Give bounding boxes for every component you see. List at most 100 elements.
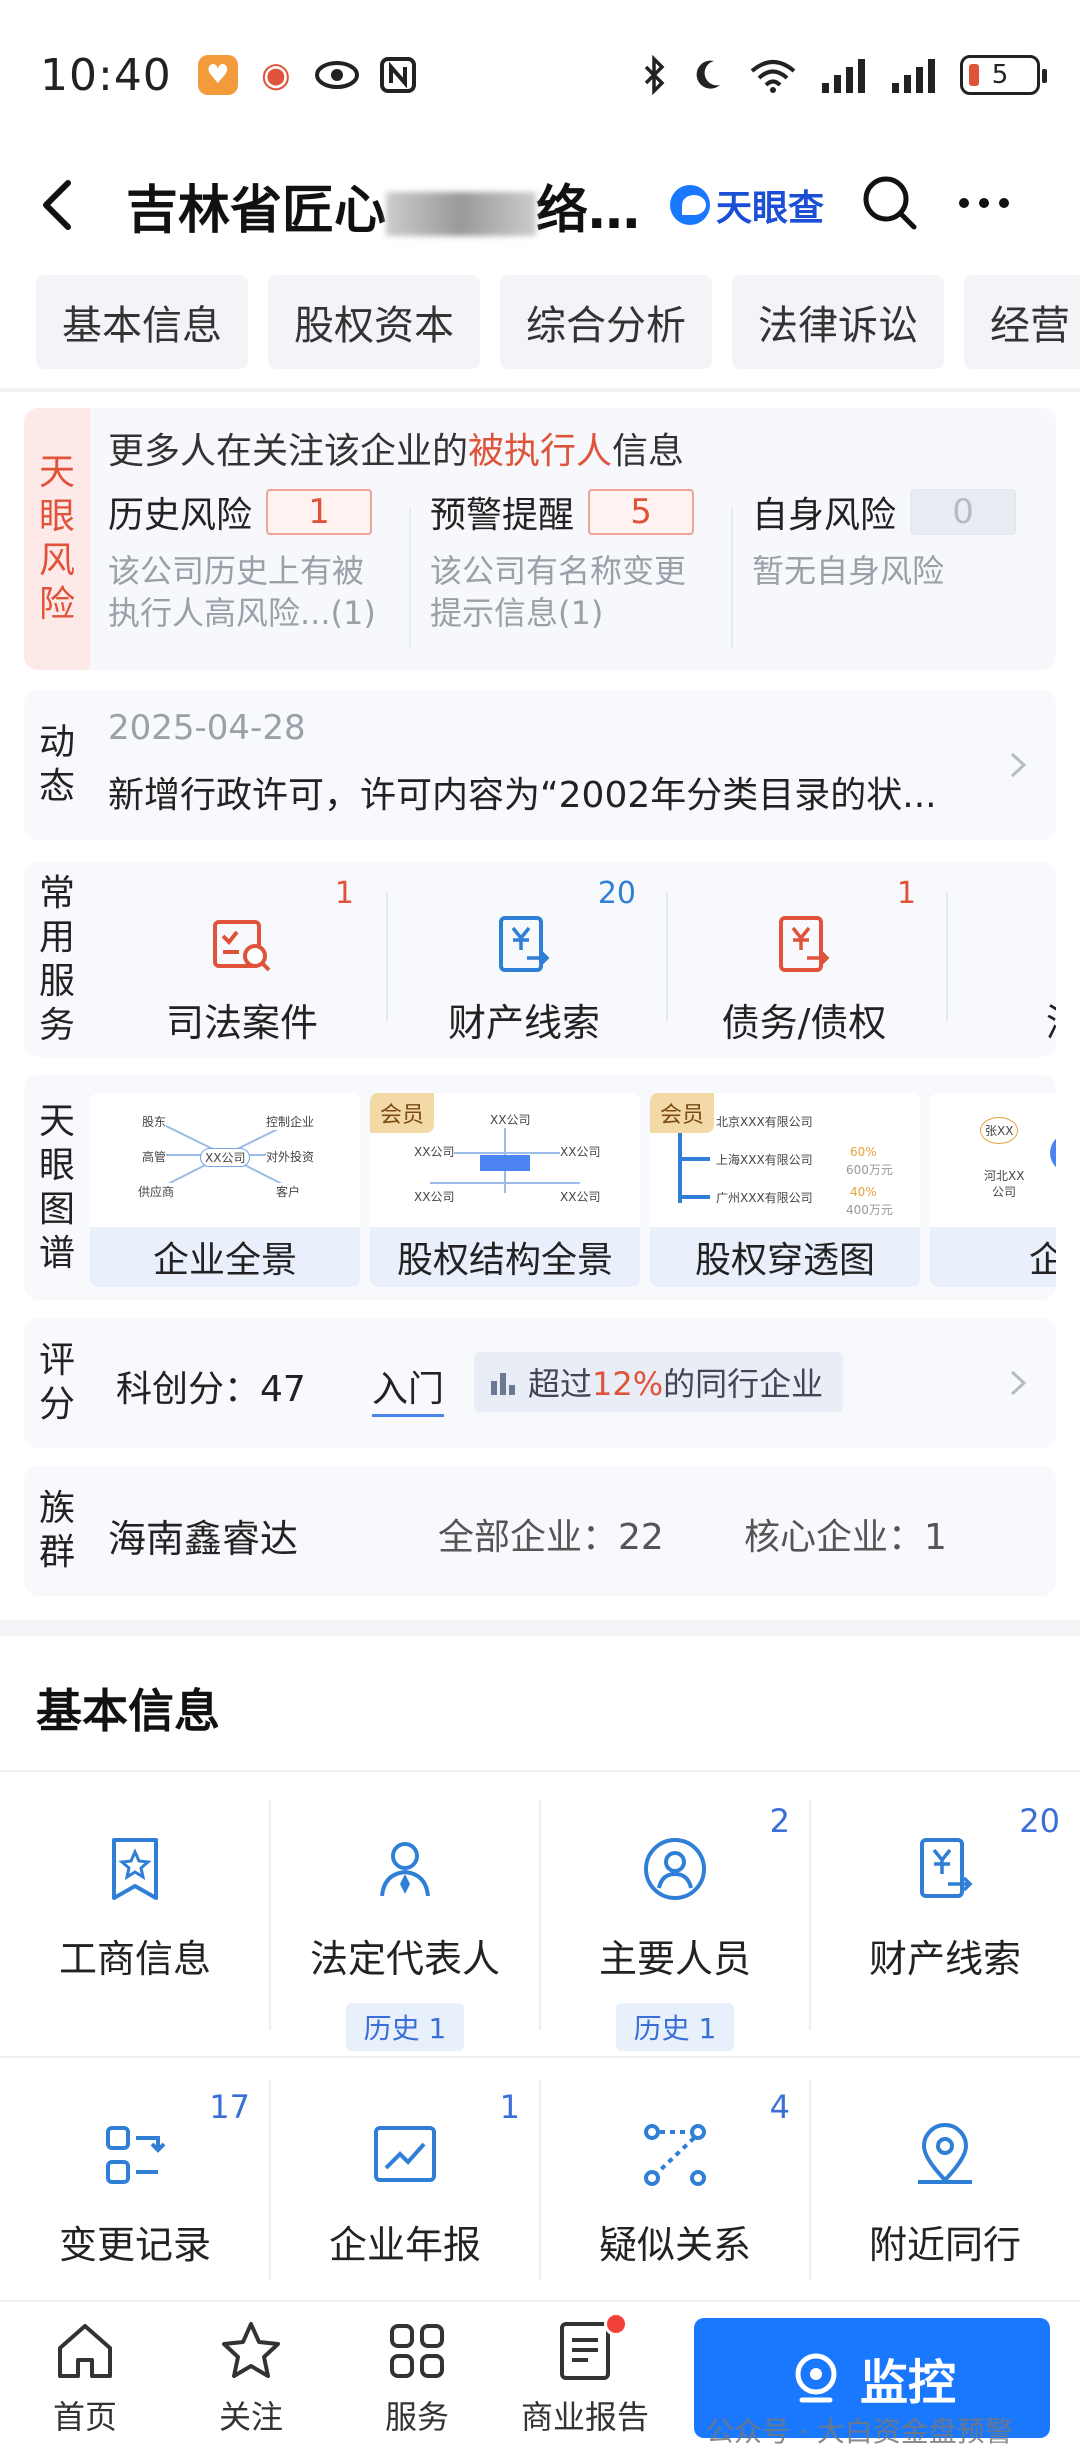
graph-node: 600万元 [846, 1161, 893, 1178]
service-debt[interactable]: 债务/债权 1 [668, 862, 940, 1057]
group-all-companies[interactable]: 全部企业：22 [438, 1508, 664, 1560]
nav-label: 商业报告 [520, 2398, 649, 2436]
score-side-label: 评 分 [24, 1318, 90, 1448]
search-icon[interactable] [860, 173, 920, 237]
side-char: 天 [38, 1100, 75, 1142]
chip-text: 超过 [528, 1365, 593, 1403]
dynamic-card[interactable]: 动 态 2025-04-28 新增行政许可，许可内容为“2002年分类目录的状.… [24, 690, 1056, 840]
history-tag[interactable]: 历史 1 [345, 2003, 465, 2051]
graph-label: 企业 [930, 1227, 1056, 1287]
risk-headline[interactable]: 更多人在关注该企业的被执行人信息 [108, 422, 684, 474]
graph-node: 对外投资 [266, 1148, 315, 1165]
star-icon [222, 2322, 280, 2378]
grid-nearby-peers[interactable]: 附近同行 [810, 2058, 1080, 2338]
service-deep[interactable]: 深度 [948, 862, 1056, 1057]
nav-services[interactable]: 服务 [332, 2318, 502, 2438]
graph-node: XX公司 [560, 1143, 601, 1160]
self-risk[interactable]: 自身风险 0 暂无自身风险 [752, 486, 1052, 592]
section-title: 基本信息 [36, 1684, 220, 1738]
chip-percent: 12% [592, 1365, 664, 1403]
risk-count-badge: 1 [266, 489, 373, 535]
side-char: 风 [38, 540, 75, 581]
grid-property-clues[interactable]: 财产线索 20 [810, 1772, 1080, 2052]
home-icon [58, 2324, 112, 2378]
grid-legal-rep[interactable]: 法定代表人 历史 1 [270, 1772, 540, 2052]
nav-business-report[interactable]: 商业报告 [500, 2318, 670, 2438]
graph-preview: 股东 控制企业 高管 XX公司 对外投资 供应商 客户 [90, 1093, 360, 1228]
grid-annual-report[interactable]: 企业年报 1 [270, 2058, 540, 2338]
headline-text: 信息 [612, 431, 685, 472]
risk-title: 历史风险 [108, 495, 253, 536]
score-level: 入门 [372, 1360, 445, 1417]
graph-node: 40% [850, 1185, 877, 1199]
property-clue-icon [499, 916, 550, 972]
group-name[interactable]: 海南鑫睿达 [108, 1508, 298, 1563]
graph-enterprise-panorama[interactable]: 股东 控制企业 高管 XX公司 对外投资 供应商 客户 企业全景 [90, 1093, 360, 1287]
tab-legal[interactable]: 法律诉讼 [732, 275, 944, 369]
tab-business[interactable]: 经营 [964, 275, 1080, 369]
divider [409, 508, 411, 648]
grid-key-personnel[interactable]: 主要人员 历史 1 2 [540, 1772, 810, 2052]
history-risk[interactable]: 历史风险 1 该公司历史上有被 执行人高风险...(1) [108, 486, 408, 634]
tab-basic-info[interactable]: 基本信息 [36, 275, 248, 369]
graph-equity-penetration[interactable]: 北京XXX有限公司 上海XXX有限公司 60% 600万元 广州XXX有限公司 … [650, 1093, 920, 1287]
monitor-label: 监控 [859, 2355, 956, 2411]
service-count: 20 [597, 876, 636, 911]
more-icon[interactable] [956, 193, 1012, 217]
grid-change-record[interactable]: 变更记录 17 [0, 2058, 270, 2338]
side-char: 常 [38, 872, 75, 914]
graph-node: 股东 [142, 1113, 167, 1130]
business-info-icon [112, 1838, 158, 1900]
risk-card[interactable]: 天 眼 风 险 更多人在关注该企业的被执行人信息 历史风险 1 该公司历史上有被执… [24, 408, 1056, 670]
redacted-block [386, 191, 537, 236]
graph-node: 广州XXX有限公司 [716, 1189, 813, 1206]
grid-label: 法定代表人 [309, 1937, 500, 1981]
graph-enterprise-more[interactable]: 张XX 河北XX 公司 企业 [930, 1093, 1056, 1287]
divider [0, 388, 1080, 392]
divider [809, 2080, 811, 2280]
service-label: 财产线索 [447, 1001, 600, 1045]
risk-desc: 该公司历史上有被 [108, 552, 365, 590]
graph-label: 企业全景 [90, 1227, 360, 1287]
service-property-clues[interactable]: 财产线索 20 [388, 862, 660, 1057]
grid-business-info[interactable]: 工商信息 [0, 1772, 270, 2052]
service-judicial-cases[interactable]: 司法案件 1 [106, 862, 378, 1057]
risk-desc: 该公司有名称变更 [430, 552, 687, 590]
dynamic-text: 新增行政许可，许可内容为“2002年分类目录的状... [108, 775, 937, 816]
bluetooth-icon [644, 55, 665, 95]
warning-alert[interactable]: 预警提醒 5 该公司有名称变更 提示信息(1) [430, 486, 730, 634]
risk-title: 自身风险 [752, 495, 897, 536]
legal-rep-icon [380, 1842, 430, 1897]
graph-equity-structure[interactable]: XX公司 XX公司 XX公司 XX公司 XX公司 会员 股权结构全景 [370, 1093, 640, 1287]
tianyancha-logo-icon [670, 185, 710, 225]
risk-desc: 执行人高风险...(1) [108, 594, 376, 632]
graph-node: XX公司 [560, 1188, 601, 1205]
risk-side-label: 天 眼 风 险 [24, 408, 90, 670]
service-label: 债务/债权 [721, 1001, 887, 1045]
grid-label: 附近同行 [868, 2223, 1021, 2267]
judicial-case-icon [213, 920, 271, 972]
bar-chart-icon [491, 1373, 515, 1395]
nav-follow[interactable]: 关注 [166, 2318, 336, 2438]
dynamic-side-label: 动 态 [24, 690, 90, 840]
divider [539, 2080, 541, 2280]
tab-equity[interactable]: 股权资本 [268, 275, 480, 369]
graph-node: XX公司 [490, 1111, 531, 1128]
group-card[interactable]: 族 群 海南鑫睿达 全部企业：22 核心企业：1 [24, 1466, 1056, 1596]
graph-label: 股权穿透图 [650, 1227, 920, 1287]
graph-node: XX公司 [414, 1188, 455, 1205]
history-tag[interactable]: 历史 1 [615, 2003, 735, 2051]
nav-home[interactable]: 首页 [0, 2318, 170, 2438]
grid-suspected-relation[interactable]: 疑似关系 4 [540, 2058, 810, 2338]
company-title-prefix: 吉林省匠心 [126, 180, 387, 241]
score-card[interactable]: 评 分 科创分：47 入门 超过12%的同行企业 [24, 1318, 1056, 1448]
graph-card: 天 眼 图 谱 股东 控制企业 高管 XX公司 对外投资 供应商 客户 企业全景… [24, 1075, 1056, 1300]
side-char: 天 [38, 452, 75, 493]
tab-analysis[interactable]: 综合分析 [500, 275, 712, 369]
graph-preview: 张XX 河北XX 公司 [930, 1093, 1056, 1228]
group-core-companies[interactable]: 核心企业：1 [744, 1508, 947, 1560]
grid-label: 企业年报 [328, 2223, 481, 2267]
side-char: 眼 [38, 1144, 75, 1186]
back-icon[interactable] [36, 175, 96, 235]
service-count: 1 [896, 876, 916, 911]
